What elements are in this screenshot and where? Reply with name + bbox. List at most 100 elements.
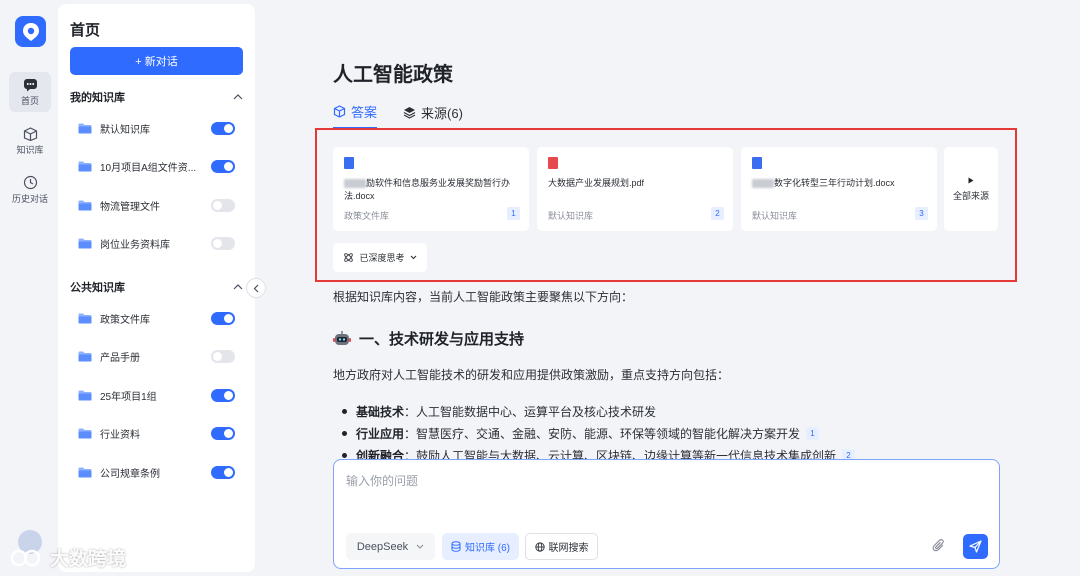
layers-icon <box>403 107 416 119</box>
atom-icon <box>344 253 354 262</box>
source-file-name: 数字化转型三年行动计划.docx <box>752 177 928 190</box>
knowledge-base-chip[interactable]: 知识库 (6) <box>442 533 519 560</box>
folder-icon <box>78 161 92 172</box>
chevron-down-icon <box>416 544 424 549</box>
box-icon <box>23 126 37 141</box>
kb-item-name: 政策文件库 <box>100 314 150 326</box>
play-icon <box>968 177 974 183</box>
deep-think-label: 已深度思考 <box>359 253 405 263</box>
chevron-up-icon[interactable] <box>233 284 243 290</box>
kb-item[interactable]: 10月项目A组文件资... <box>78 157 235 177</box>
app-logo[interactable] <box>15 16 46 47</box>
kb-item-name: 行业资料 <box>100 430 140 441</box>
source-card[interactable]: 大数据产业发展规划.pdf 默认知识库 2 <box>537 147 733 231</box>
answer-intro: 根据知识库内容，当前人工智能政策主要聚焦以下方向： <box>333 290 634 304</box>
folder-icon <box>78 351 92 362</box>
model-select-value: DeepSeek <box>356 540 409 553</box>
clock-icon <box>23 175 37 190</box>
kb-toggle[interactable] <box>211 427 235 440</box>
send-button[interactable] <box>963 534 988 559</box>
main-content: 人工智能政策 答案 来源(6) 励软件和信息服务业发展奖励暂行办法.docx 政策… <box>260 0 1080 576</box>
kb-toggle[interactable] <box>211 237 235 250</box>
list-item-text: ：智慧医疗、交通、金融、安防、能源、环保等领域的智能化解决方案开发 <box>404 426 801 441</box>
all-sources-label: 全部来源 <box>952 190 989 201</box>
kb-item-name: 岗位业务资料库 <box>100 240 170 251</box>
kb-item[interactable]: 行业资料 <box>78 424 235 444</box>
folder-icon <box>78 238 92 249</box>
rail-history[interactable]: 历史对话 <box>9 170 51 210</box>
tab-sources-label: 来源(6) <box>421 106 463 121</box>
watermark-logo-icon <box>10 549 41 566</box>
web-search-chip-label: 联网搜索 <box>548 543 589 554</box>
rail-home-label: 首页 <box>20 95 39 106</box>
deep-think-toggle[interactable]: 已深度思考 <box>333 243 427 272</box>
kb-item[interactable]: 物流管理文件 <box>78 195 235 215</box>
source-library: 政策文件库 <box>344 211 390 221</box>
new-chat-button[interactable]: + 新对话 <box>70 47 243 75</box>
kb-item[interactable]: 岗位业务资料库 <box>78 234 235 254</box>
section-paragraph: 地方政府对人工智能技术的研发和应用提供政策激励，重点支持方向包括： <box>333 368 730 382</box>
folder-icon <box>78 467 92 477</box>
send-icon <box>969 540 982 553</box>
paperclip-icon[interactable] <box>932 538 946 553</box>
kb-item[interactable]: 政策文件库 <box>78 308 235 328</box>
kb-item[interactable]: 公司规章条例 <box>78 462 235 482</box>
list-item: 基础技术 ：人工智能数据中心、运算平台及核心技术研发 <box>342 400 855 422</box>
kb-item[interactable]: 默认知识库 <box>78 118 235 138</box>
kb-item[interactable]: 25年项目1组 <box>78 385 235 405</box>
source-number-badge[interactable]: 2 <box>711 207 724 220</box>
knowledge-base-chip-label: 知识库 (6) <box>465 543 510 554</box>
question-input[interactable] <box>346 474 986 488</box>
list-item-text: ：人工智能数据中心、运算平台及核心技术研发 <box>404 404 657 419</box>
kb-item-name: 公司规章条例 <box>100 468 160 480</box>
source-library: 默认知识库 <box>752 211 798 221</box>
rail-knowledge-label: 知识库 <box>16 144 44 155</box>
web-search-chip[interactable]: 联网搜索 <box>525 533 598 560</box>
public-kb-header[interactable]: 公共知识库 <box>70 279 243 295</box>
rail-knowledge[interactable]: 知识库 <box>9 121 51 161</box>
bullet-list: 基础技术 ：人工智能数据中心、运算平台及核心技术研发行业应用 ：智慧医疗、交通、金融… <box>342 400 856 466</box>
kb-toggle[interactable] <box>211 160 235 173</box>
kb-toggle[interactable] <box>211 198 235 212</box>
kb-toggle[interactable] <box>211 388 235 402</box>
tab-sources[interactable]: 来源(6) <box>403 102 463 129</box>
folder-icon <box>78 428 92 439</box>
chevron-up-icon[interactable] <box>233 94 243 100</box>
bullet-dot <box>342 408 347 414</box>
answer-tabs: 答案 来源(6) <box>333 102 463 129</box>
source-number-badge[interactable]: 3 <box>915 207 928 220</box>
watermark-text: 大数跨境 <box>50 549 127 570</box>
kb-item[interactable]: 产品手册 <box>78 347 235 367</box>
kb-toggle[interactable] <box>211 121 235 135</box>
my-kb-header[interactable]: 我的知识库 <box>70 89 243 105</box>
source-file-name-text: 数字化转型三年行动计划.docx <box>774 178 895 188</box>
app-rail: 首页 知识库 历史对话 <box>0 0 58 576</box>
kb-item-name: 物流管理文件 <box>100 201 160 213</box>
list-item-term: 行业应用 <box>356 426 405 441</box>
rail-home[interactable]: 首页 <box>9 72 51 112</box>
section-heading: 一、技术研发与应用支持 <box>333 328 524 349</box>
source-card[interactable]: 数字化转型三年行动计划.docx 默认知识库 3 <box>741 147 937 231</box>
source-file-name-text: 大数据产业发展规划.pdf <box>548 178 645 188</box>
folder-icon <box>78 313 92 323</box>
kb-toggle[interactable] <box>211 311 235 325</box>
source-library: 默认知识库 <box>548 211 594 221</box>
source-card[interactable]: 励软件和信息服务业发展奖励暂行办法.docx 政策文件库 1 <box>333 147 529 231</box>
question-input-box: DeepSeek 知识库 (6) 联网搜索 <box>333 459 1000 569</box>
robot-icon <box>333 330 351 345</box>
kb-toggle[interactable] <box>211 465 235 479</box>
list-item-term: 基础技术 <box>356 404 405 419</box>
all-sources-button[interactable]: 全部来源 <box>944 147 998 231</box>
citation-badge[interactable]: 1 <box>806 426 820 440</box>
source-file-name-text: 励软件和信息服务业发展奖励暂行办法.docx <box>344 178 511 201</box>
kb-item-name: 默认知识库 <box>100 124 150 136</box>
tab-answer[interactable]: 答案 <box>333 102 378 129</box>
kb-toggle[interactable] <box>211 350 235 363</box>
pdf-file-icon <box>548 157 558 169</box>
folder-icon <box>78 390 92 400</box>
globe-icon <box>534 541 545 552</box>
redacted-text <box>752 179 774 189</box>
model-select[interactable]: DeepSeek <box>346 533 435 560</box>
source-number-badge[interactable]: 1 <box>507 207 520 220</box>
bullet-dot <box>342 430 347 436</box>
